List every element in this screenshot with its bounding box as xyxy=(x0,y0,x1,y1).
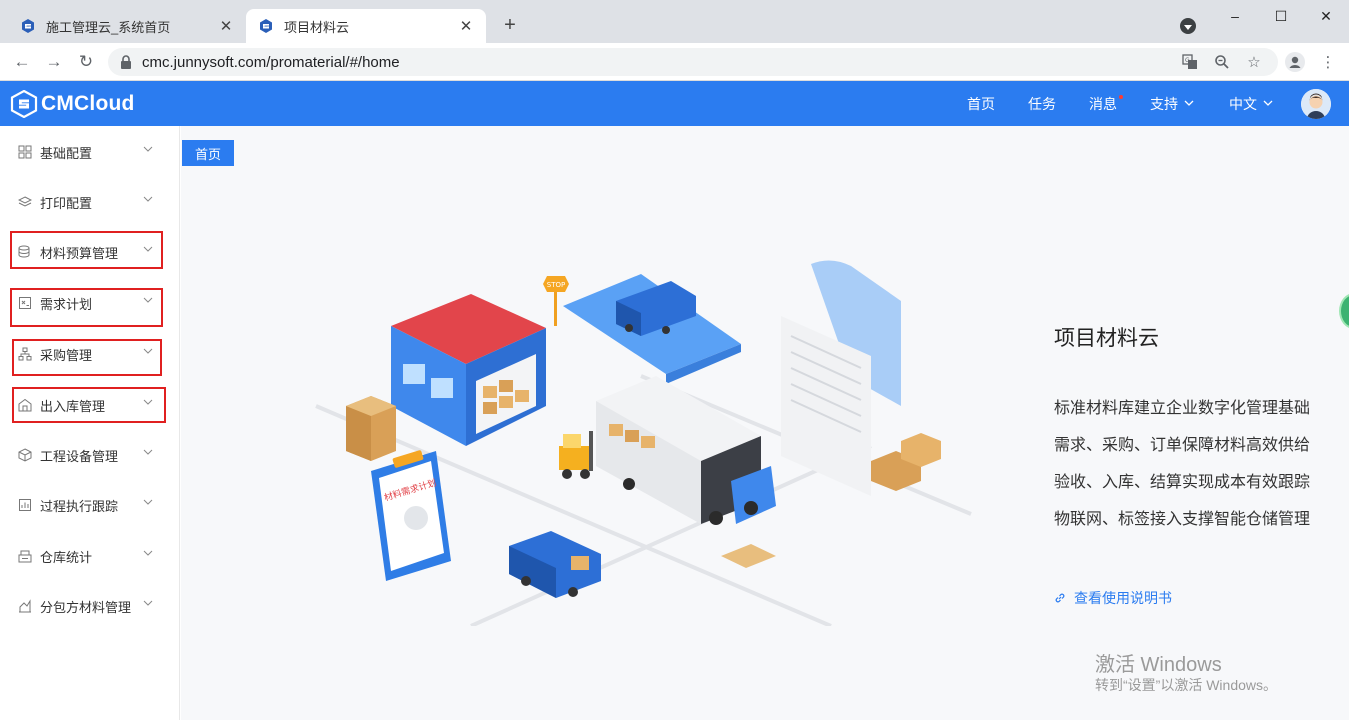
sidebar: 基础配置 打印配置 材料预算管理 需求计划 采购管理 出入库管理 工程设备管理 … xyxy=(0,126,180,720)
close-window-button[interactable]: ✕ xyxy=(1303,4,1349,28)
nav-language[interactable]: 中文 xyxy=(1229,81,1273,126)
logistics-illustration: STOP 材料需求计划 xyxy=(315,260,972,626)
nav-messages-label: 消息 xyxy=(1089,95,1117,112)
warehouse-illustration xyxy=(391,294,546,446)
pallet-illustration xyxy=(721,544,776,568)
clipboard-illustration: 材料需求计划 xyxy=(371,450,451,581)
app-header: CMCloud 首页 任务 消息 支持 中文 xyxy=(0,81,1349,126)
boxes-illustration xyxy=(346,396,396,461)
tab-close-icon[interactable]: ✕ xyxy=(458,17,474,35)
windows-activation-watermark: 激活 Windows xyxy=(1095,654,1222,676)
sidebar-item-label: 分包方材料管理 xyxy=(40,599,132,615)
chevron-down-icon xyxy=(143,194,153,205)
stop-sign-text: STOP xyxy=(547,281,565,289)
profile-icon[interactable] xyxy=(1283,50,1307,74)
intro-line: 需求、采购、订单保障材料高效供给 xyxy=(1054,437,1311,454)
delivery-van-illustration xyxy=(509,531,601,598)
chevron-down-icon xyxy=(1263,98,1273,109)
tab-close-icon[interactable]: ✕ xyxy=(218,17,234,35)
highlight-box xyxy=(12,339,162,376)
main-content: 首页 STOP 材料需求计划 项目材料云 标准材料库建立企业数字化管理基础 需求… xyxy=(181,126,1349,720)
highlight-box xyxy=(10,288,163,327)
cube-icon xyxy=(18,448,32,462)
app-favicon-icon xyxy=(20,18,36,34)
reload-icon[interactable]: ↻ xyxy=(74,50,98,74)
chevron-down-icon xyxy=(143,548,153,559)
maximize-button[interactable]: ☐ xyxy=(1258,4,1304,28)
brand-logo[interactable]: CMCloud xyxy=(10,90,135,118)
sidebar-item-subcontractor[interactable]: 分包方材料管理 xyxy=(18,594,158,618)
intro-line: 标准材料库建立企业数字化管理基础 xyxy=(1054,400,1311,417)
new-tab-button[interactable]: + xyxy=(498,14,522,37)
nav-messages[interactable]: 消息 xyxy=(1089,81,1123,126)
sidebar-item-equipment[interactable]: 工程设备管理 xyxy=(18,443,158,467)
brand-name: CMCloud xyxy=(41,92,135,115)
user-manual-link-label: 查看使用说明书 xyxy=(1074,590,1172,606)
windows-activation-hint: 转到“设置”以激活 Windows。 xyxy=(1095,677,1278,693)
chevron-down-icon xyxy=(143,144,153,155)
app-favicon-icon xyxy=(258,18,274,34)
nav-home[interactable]: 首页 xyxy=(967,81,995,126)
sidebar-item-label: 过程执行跟踪 xyxy=(40,498,119,514)
sidebar-item-basic-config[interactable]: 基础配置 xyxy=(18,140,158,164)
chevron-down-icon xyxy=(143,447,153,458)
nav-tasks[interactable]: 任务 xyxy=(1028,81,1056,126)
chart-icon xyxy=(18,599,32,613)
sidebar-item-process-tracking[interactable]: 过程执行跟踪 xyxy=(18,493,158,517)
browser-tab-strip: 施工管理云_系统首页 ✕ 项目材料云 ✕ + – ☐ ✕ xyxy=(0,0,1349,43)
svg-text:G: G xyxy=(1185,57,1190,64)
highlight-box xyxy=(12,387,166,423)
browser-tab-active[interactable]: 项目材料云 ✕ xyxy=(246,9,486,43)
address-bar[interactable]: cmc.junnysoft.com/promaterial/#/home xyxy=(108,48,1278,76)
forklift-illustration xyxy=(559,431,593,479)
intro-line: 物联网、标签接入支撑智能仓储管理 xyxy=(1054,511,1311,528)
forward-icon[interactable]: → xyxy=(42,50,66,74)
truck-illustration xyxy=(596,376,776,525)
chevron-down-icon xyxy=(1184,98,1194,109)
translate-icon[interactable]: G xyxy=(1178,50,1202,74)
breadcrumb-home-tab[interactable]: 首页 xyxy=(182,140,234,166)
back-icon[interactable]: ← xyxy=(10,50,34,74)
lock-icon xyxy=(120,55,132,69)
report-icon xyxy=(18,498,32,512)
nav-support[interactable]: 支持 xyxy=(1150,81,1194,126)
cmcloud-logo-icon xyxy=(10,90,38,118)
sidebar-item-label: 基础配置 xyxy=(40,145,93,161)
sidebar-item-label: 打印配置 xyxy=(40,195,93,211)
url-text: cmc.junnysoft.com/promaterial/#/home xyxy=(142,53,400,71)
browser-menu-icon[interactable]: ⋮ xyxy=(1316,50,1340,74)
nav-support-label: 支持 xyxy=(1150,95,1178,112)
boxes-illustration xyxy=(871,433,941,491)
sidebar-item-label: 工程设备管理 xyxy=(40,448,119,464)
tab-title: 施工管理云_系统首页 xyxy=(46,19,171,35)
chevron-down-icon xyxy=(143,497,153,508)
bookmark-star-icon[interactable]: ☆ xyxy=(1242,50,1266,74)
sidebar-item-warehouse-stats[interactable]: 仓库统计 xyxy=(18,544,158,568)
browser-tab-inactive[interactable]: 施工管理云_系统首页 ✕ xyxy=(8,9,246,43)
tab-search-icon[interactable] xyxy=(1180,18,1196,34)
link-icon xyxy=(1054,592,1066,604)
nav-home-label: 首页 xyxy=(967,95,995,112)
product-title: 项目材料云 xyxy=(1054,327,1159,350)
chevron-down-icon xyxy=(143,598,153,609)
intro-line: 验收、入库、结算实现成本有效跟踪 xyxy=(1054,474,1311,491)
minimize-button[interactable]: – xyxy=(1212,4,1258,28)
user-avatar[interactable] xyxy=(1301,89,1331,119)
stop-sign-illustration: STOP xyxy=(543,276,569,326)
sidebar-item-print-config[interactable]: 打印配置 xyxy=(18,190,158,214)
nav-tasks-label: 任务 xyxy=(1028,95,1056,112)
highlight-box xyxy=(10,231,163,269)
layers-icon xyxy=(18,195,32,209)
tab-title: 项目材料云 xyxy=(284,19,350,35)
nav-language-label: 中文 xyxy=(1229,95,1257,112)
zoom-icon[interactable] xyxy=(1210,50,1234,74)
browser-toolbar: ← → ↻ cmc.junnysoft.com/promaterial/#/ho… xyxy=(0,43,1349,81)
stack-icon xyxy=(18,549,32,563)
sidebar-item-label: 仓库统计 xyxy=(40,549,93,565)
unread-dot xyxy=(1119,95,1123,99)
grid-icon xyxy=(18,145,32,159)
user-manual-link[interactable]: 查看使用说明书 xyxy=(1054,588,1172,608)
